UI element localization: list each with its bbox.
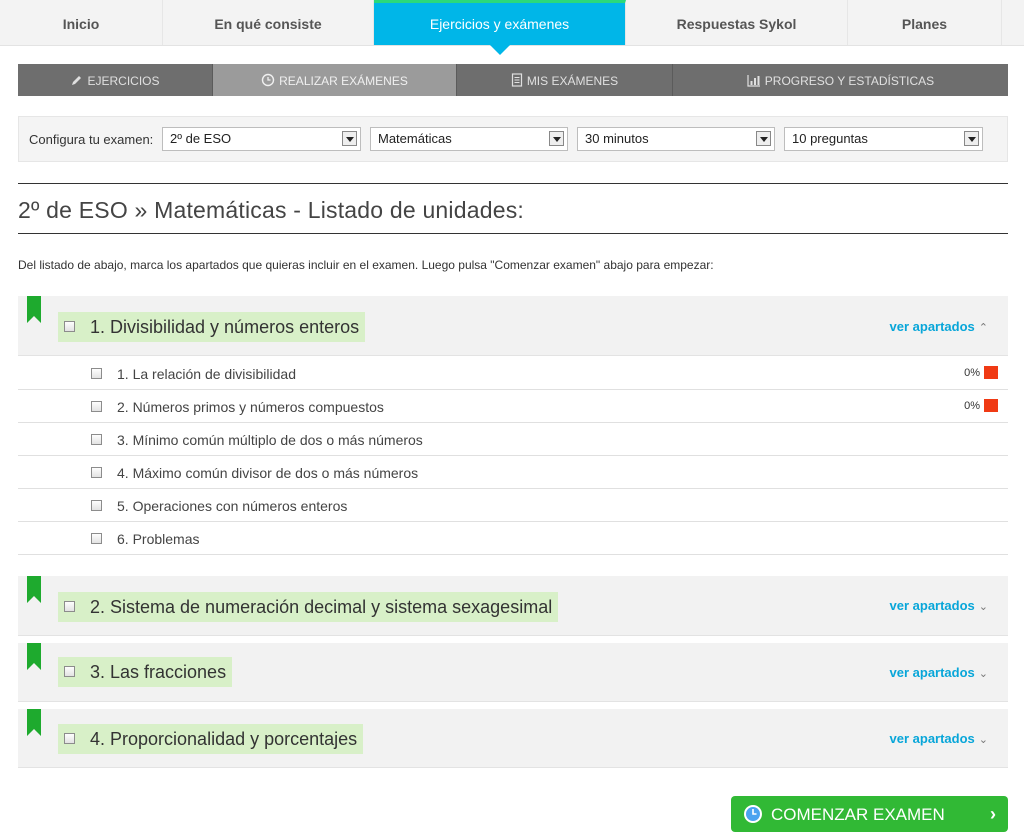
divider — [18, 233, 1008, 234]
duration-select[interactable]: 30 minutos — [577, 127, 775, 151]
unit-title-text: 2. Sistema de numeración decimal y siste… — [90, 597, 553, 617]
chevron-down-icon: ⌄ — [978, 734, 988, 746]
unit-checkbox[interactable] — [64, 601, 75, 612]
section-checkbox[interactable] — [91, 368, 102, 379]
list-item: 5. Operaciones con números enteros — [18, 489, 1008, 522]
chevron-down-icon — [964, 131, 979, 146]
toggle-label: ver apartados — [889, 731, 975, 746]
questions-select[interactable]: 10 preguntas — [784, 127, 983, 151]
course-select[interactable]: 2º de ESO — [162, 127, 361, 151]
divider — [18, 183, 1008, 184]
unit-title[interactable]: 3. Las fracciones — [58, 657, 233, 687]
section-checkbox[interactable] — [91, 467, 102, 478]
chevron-down-icon: ⌄ — [978, 601, 988, 613]
toggle-sections-link[interactable]: ver apartados ⌄ — [890, 598, 988, 613]
list-item: 6. Problemas — [18, 522, 1008, 555]
toggle-sections-link[interactable]: ver apartados ⌄ — [890, 665, 988, 680]
list-item: 3. Mínimo común múltiplo de dos o más nú… — [18, 423, 1008, 456]
chevron-up-icon: ⌃ — [978, 322, 988, 334]
list-item: 1. La relación de divisibilidad 0% — [18, 357, 1008, 390]
section-label: 2. Números primos y números compuestos — [117, 399, 384, 415]
tab-respuestas-sykol[interactable]: Respuestas Sykol — [626, 0, 848, 45]
config-label: Configura tu examen: — [29, 132, 154, 147]
unit-card: 2. Sistema de numeración decimal y siste… — [18, 576, 1008, 636]
tab-ejercicios-y-examenes[interactable]: Ejercicios y exámenes — [374, 0, 626, 55]
progress-percent: 0% — [964, 367, 980, 379]
bookmark-icon — [27, 709, 41, 736]
clock-icon — [744, 805, 762, 823]
unit-card: 3. Las fracciones ver apartados ⌄ — [18, 643, 1008, 702]
subtab-label: EJERCICIOS — [87, 74, 160, 88]
chevron-right-icon: › — [990, 804, 996, 824]
toggle-label: ver apartados — [889, 598, 975, 613]
unit-checkbox[interactable] — [64, 321, 75, 332]
list-item: 4. Máximo común divisor de dos o más núm… — [18, 456, 1008, 489]
duration-value: 30 minutos — [585, 131, 649, 146]
clock-icon — [261, 73, 275, 87]
toggle-sections-link[interactable]: ver apartados ⌃ — [890, 319, 988, 334]
bookmark-icon — [27, 576, 41, 603]
subtab-mis-examenes[interactable]: MIS EXÁMENES — [457, 64, 673, 96]
start-exam-button[interactable]: COMENZAR EXAMEN › — [731, 796, 1008, 832]
progress-marker — [984, 366, 998, 379]
unit-checkbox[interactable] — [64, 666, 75, 677]
course-value: 2º de ESO — [170, 131, 232, 146]
unit-sections-list: 1. La relación de divisibilidad 0% 2. Nú… — [18, 357, 1008, 555]
top-navigation: Inicio En qué consiste Ejercicios y exám… — [0, 0, 1024, 55]
progress-percent: 0% — [964, 400, 980, 412]
questions-value: 10 preguntas — [792, 131, 868, 146]
tab-planes[interactable]: Planes — [848, 0, 1002, 45]
section-checkbox[interactable] — [91, 500, 102, 511]
toggle-label: ver apartados — [889, 665, 975, 680]
exam-config-bar: Configura tu examen: 2º de ESO Matemátic… — [18, 116, 1008, 162]
tab-inicio[interactable]: Inicio — [0, 0, 163, 45]
bookmark-icon — [27, 643, 41, 670]
subtab-progreso-y-estadisticas[interactable]: PROGRESO Y ESTADÍSTICAS — [673, 64, 1008, 96]
subtab-label: REALIZAR EXÁMENES — [279, 74, 408, 88]
unit-title[interactable]: 1. Divisibilidad y números enteros — [58, 312, 366, 342]
unit-title[interactable]: 4. Proporcionalidad y porcentajes — [58, 724, 364, 754]
section-label: 5. Operaciones con números enteros — [117, 498, 348, 514]
subtab-label: PROGRESO Y ESTADÍSTICAS — [764, 74, 935, 88]
unit-checkbox[interactable] — [64, 733, 75, 744]
section-label: 6. Problemas — [117, 531, 200, 547]
subtab-ejercicios[interactable]: EJERCICIOS — [18, 64, 213, 96]
chevron-down-icon — [756, 131, 771, 146]
chevron-down-icon: ⌄ — [978, 668, 988, 680]
unit-title[interactable]: 2. Sistema de numeración decimal y siste… — [58, 592, 559, 622]
chevron-down-icon — [549, 131, 564, 146]
list-item: 2. Números primos y números compuestos 0… — [18, 390, 1008, 423]
start-exam-label: COMENZAR EXAMEN — [771, 805, 945, 824]
unit-title-text: 4. Proporcionalidad y porcentajes — [90, 729, 358, 749]
subject-value: Matemáticas — [378, 131, 452, 146]
toggle-sections-link[interactable]: ver apartados ⌄ — [890, 731, 988, 746]
page-title: 2º de ESO » Matemáticas - Listado de uni… — [18, 197, 524, 223]
toggle-label: ver apartados — [889, 319, 975, 334]
section-checkbox[interactable] — [91, 401, 102, 412]
unit-card: 4. Proporcionalidad y porcentajes ver ap… — [18, 709, 1008, 768]
section-label: 4. Máximo común divisor de dos o más núm… — [117, 465, 419, 481]
chart-icon — [747, 75, 760, 87]
tab-en-que-consiste[interactable]: En qué consiste — [163, 0, 374, 45]
section-checkbox[interactable] — [91, 434, 102, 445]
unit-card: 1. Divisibilidad y números enteros ver a… — [18, 296, 1008, 356]
pencil-icon — [72, 76, 82, 85]
subject-select[interactable]: Matemáticas — [370, 127, 568, 151]
chevron-down-icon — [342, 131, 357, 146]
section-checkbox[interactable] — [91, 533, 102, 544]
subtab-label: MIS EXÁMENES — [526, 74, 619, 88]
document-icon — [511, 73, 522, 87]
sub-navigation: EJERCICIOS REALIZAR EXÁMENES MIS EXÁMENE… — [18, 64, 1008, 96]
unit-title-text: 3. Las fracciones — [90, 662, 227, 682]
section-label: 1. La relación de divisibilidad — [117, 366, 296, 382]
section-label: 3. Mínimo común múltiplo de dos o más nú… — [117, 432, 423, 448]
bookmark-icon — [27, 296, 41, 323]
subtab-realizar-examenes[interactable]: REALIZAR EXÁMENES — [213, 64, 457, 96]
unit-title-text: 1. Divisibilidad y números enteros — [90, 317, 360, 337]
progress-marker — [984, 399, 998, 412]
instructions-text: Del listado de abajo, marca los apartado… — [18, 258, 714, 272]
